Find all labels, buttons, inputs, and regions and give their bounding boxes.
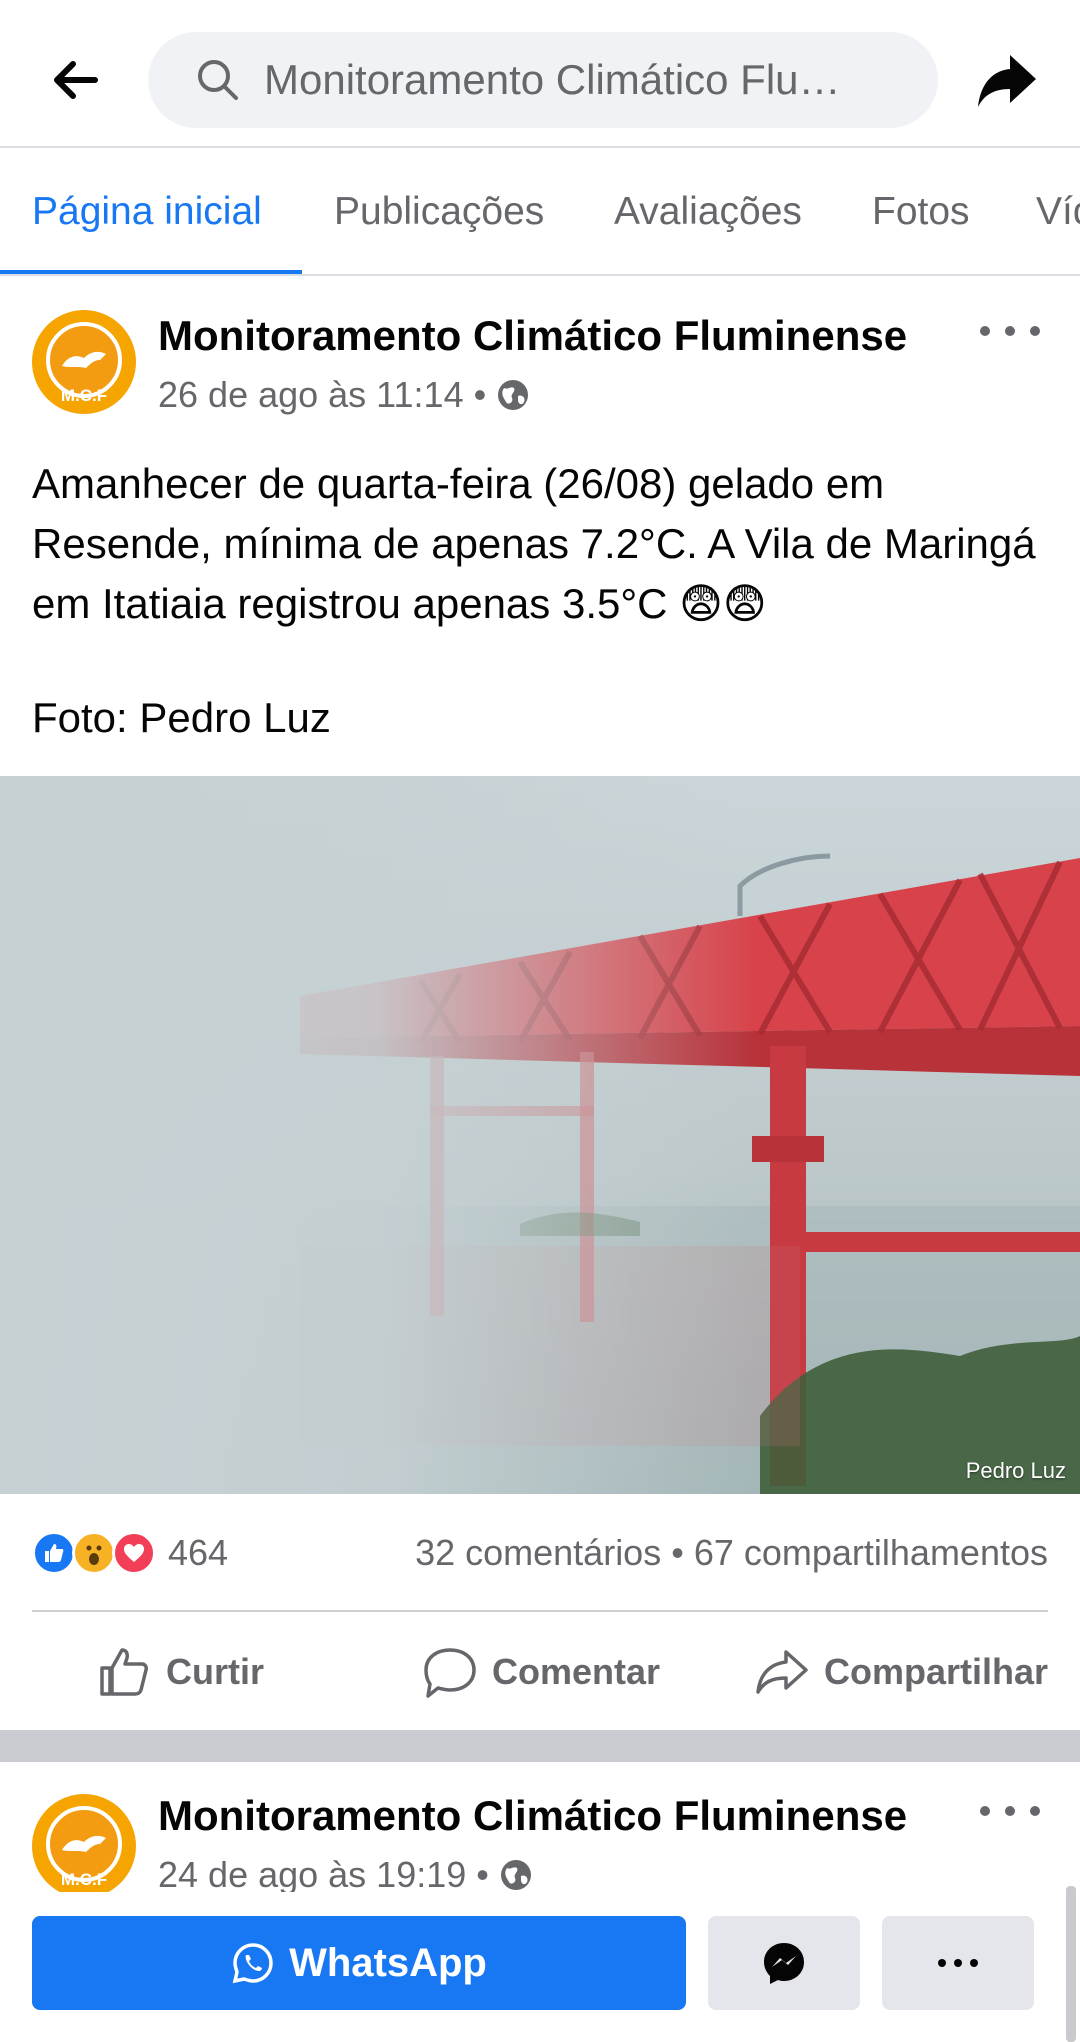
- love-reaction-icon: [112, 1531, 156, 1575]
- post-meta: 24 de ago às 19:19 •: [158, 1854, 533, 1892]
- search-text: Monitoramento Climático Flu…: [264, 56, 841, 103]
- more-options-icon[interactable]: [980, 316, 1040, 346]
- reaction-icons: [32, 1531, 156, 1575]
- search-input[interactable]: Monitoramento Climático Flu…: [148, 32, 938, 128]
- avatar-text: M.C.F: [60, 1870, 108, 1889]
- search-icon: [198, 60, 238, 100]
- post-card-2: M.C.F Monitoramento Climático Fluminense…: [0, 1762, 1080, 1892]
- feed-separator: [0, 1730, 1080, 1762]
- scrollbar[interactable]: [1066, 1886, 1076, 2042]
- share-label: Compartilhar: [824, 1651, 1049, 1692]
- like-button[interactable]: Curtir: [96, 1644, 264, 1700]
- globe-icon: [500, 1860, 531, 1890]
- whatsapp-icon: [232, 1943, 273, 1984]
- share-arrow-icon[interactable]: [972, 46, 1042, 116]
- post-text: Amanhecer de quarta-feira (26/08) gelado…: [32, 460, 1036, 627]
- comment-label: Comentar: [492, 1651, 661, 1692]
- page-name[interactable]: Monitoramento Climático Fluminense: [158, 1792, 907, 1840]
- page-tabs: Página inicial Publicações Avaliações Fo…: [0, 150, 1080, 276]
- more-options-icon[interactable]: [980, 1796, 1040, 1826]
- reaction-count: 464: [168, 1532, 229, 1573]
- bottom-action-bar: WhatsApp: [0, 1892, 1080, 2042]
- comment-icon: [424, 1648, 476, 1698]
- comment-button[interactable]: Comentar: [422, 1644, 660, 1700]
- tab-photos[interactable]: Fotos: [872, 150, 970, 274]
- meta-separator: •: [473, 374, 487, 415]
- globe-icon: [498, 380, 529, 410]
- share-icon: [756, 1650, 808, 1694]
- like-label: Curtir: [166, 1651, 264, 1692]
- post-actions: Curtir Comentar Compartilhar: [0, 1614, 1080, 1730]
- post-meta: 26 de ago às 11:14 •: [158, 374, 530, 416]
- post-photo-credit: Foto: Pedro Luz: [32, 694, 331, 741]
- back-arrow-icon[interactable]: [40, 52, 110, 108]
- comments-shares-count[interactable]: 32 comentários • 67 compartilhamentos: [415, 1530, 1048, 1576]
- tab-posts[interactable]: Publicações: [334, 150, 544, 274]
- tab-home[interactable]: Página inicial: [32, 150, 262, 274]
- more-options-button[interactable]: [882, 1916, 1034, 2010]
- whatsapp-button[interactable]: WhatsApp: [32, 1916, 686, 2010]
- avatar[interactable]: M.C.F: [32, 310, 136, 414]
- photo-watermark: Pedro Luz: [965, 1458, 1066, 1483]
- reactions-summary[interactable]: 464 32 comentários • 67 compartilhamento…: [32, 1530, 1048, 1576]
- messenger-button[interactable]: [708, 1916, 860, 2010]
- top-bar: Monitoramento Climático Flu…: [0, 0, 1080, 148]
- post-timestamp[interactable]: 26 de ago às 11:14: [158, 374, 464, 416]
- post-timestamp[interactable]: 24 de ago às 19:19: [158, 1854, 466, 1892]
- avatar[interactable]: M.C.F: [32, 1794, 136, 1892]
- post-photo[interactable]: Pedro Luz: [0, 776, 1080, 1494]
- wow-reaction-icon: [72, 1531, 116, 1575]
- meta-separator: •: [476, 1854, 489, 1892]
- whatsapp-label: WhatsApp: [289, 1940, 487, 1985]
- page-name[interactable]: Monitoramento Climático Fluminense: [158, 312, 907, 360]
- active-tab-indicator: [0, 270, 302, 274]
- thumbs-up-icon: [100, 1648, 148, 1696]
- avatar-text: M.C.F: [60, 386, 108, 405]
- messenger-icon: [764, 1943, 804, 1984]
- share-button[interactable]: Compartilhar: [754, 1644, 1048, 1700]
- divider: [32, 1610, 1048, 1612]
- like-reaction-icon: [32, 1531, 76, 1575]
- tab-reviews[interactable]: Avaliações: [614, 150, 802, 274]
- tab-videos[interactable]: Víd: [1036, 150, 1080, 274]
